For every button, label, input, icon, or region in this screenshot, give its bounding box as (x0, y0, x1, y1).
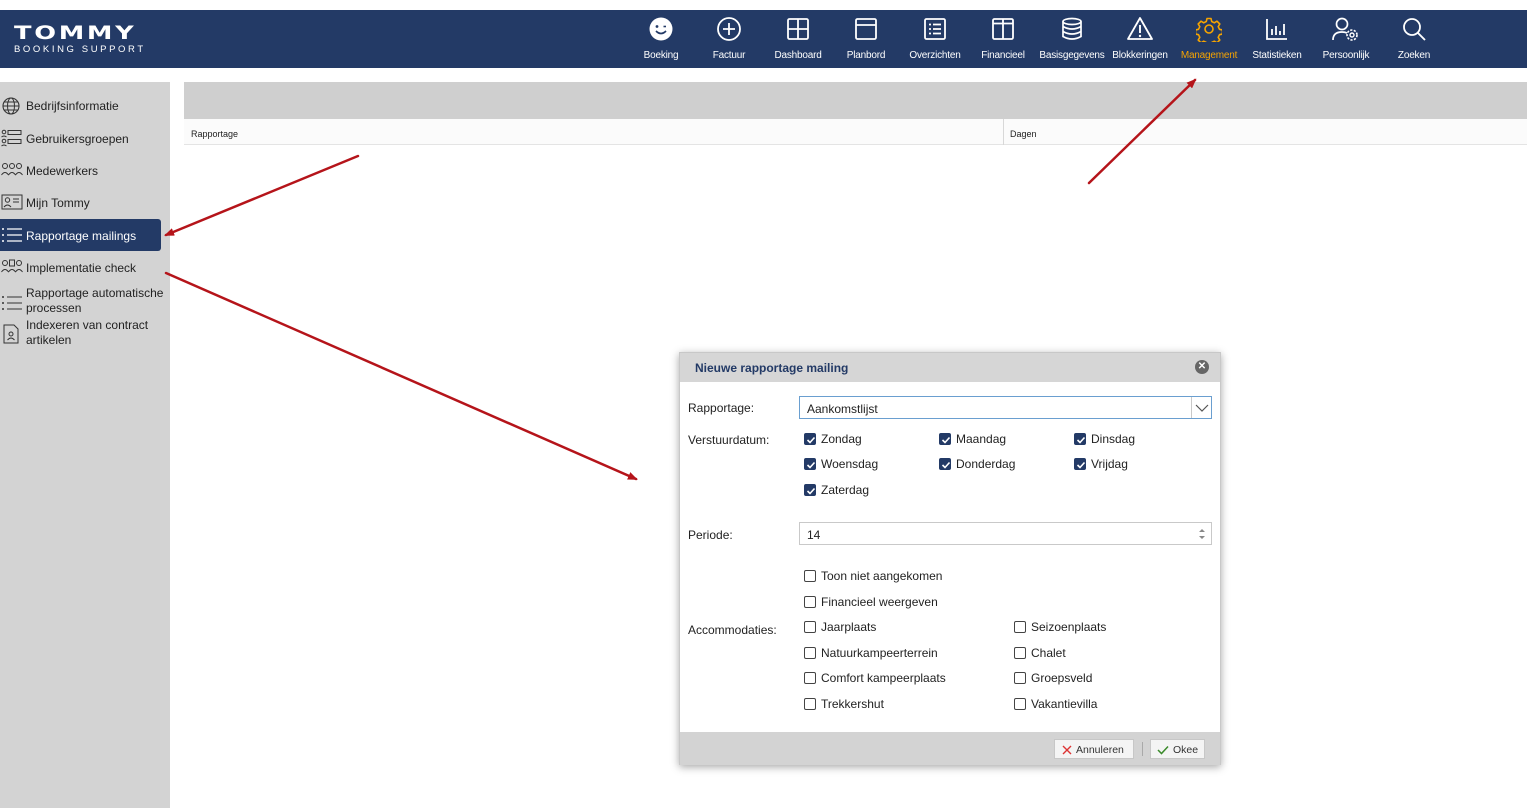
checkbox-label: Financieel weergeven (821, 595, 938, 609)
sidebar-item-gebruikersgroepen[interactable]: Gebruikersgroepen (0, 128, 161, 148)
warning-icon (1127, 17, 1153, 40)
nav-label: Zoeken (1397, 50, 1431, 61)
periode-input[interactable]: 14 (799, 522, 1212, 545)
sidebar-item-bedrijfsinformatie[interactable]: Bedrijfsinformatie (0, 96, 161, 116)
window-icon (855, 18, 877, 40)
grid-header: Rapportage Dagen (184, 119, 1527, 145)
list-box-icon (924, 18, 946, 40)
footer-divider (1142, 742, 1143, 756)
checkbox-label: Zondag (821, 432, 862, 446)
globe-icon (2, 97, 20, 115)
nav-item-zoeken[interactable]: Zoeken (1379, 10, 1449, 68)
chevron-down-icon (1195, 404, 1209, 412)
column-header-rapportage[interactable]: Rapportage (191, 129, 238, 139)
checkbox-label: Woensdag (821, 457, 879, 471)
search-icon (1403, 18, 1426, 41)
arrow-to-dialog (164, 271, 638, 481)
database-icon (1062, 17, 1082, 40)
top-navigation-bar: TOMMY BOOKING SUPPORT Boeking Factuur Da… (0, 10, 1527, 68)
sidebar-item-implementatie-check[interactable]: Implementatie check (0, 258, 161, 278)
sidebar-item-label: Implementatie check (26, 261, 137, 275)
grid-icon (787, 18, 809, 40)
dropdown-button[interactable] (1191, 397, 1211, 418)
sidebar-item-rapportage-mailings[interactable]: Rapportage mailings (0, 219, 161, 251)
rapportage-select[interactable]: Aankomstlijst (799, 396, 1212, 419)
check-icon (1157, 745, 1169, 755)
close-icon (1062, 745, 1072, 755)
brand-tagline: BOOKING SUPPORT (14, 44, 146, 55)
column-divider (1003, 119, 1004, 145)
contract-icon (3, 324, 19, 344)
periode-label: Periode: (688, 528, 733, 542)
check-icon (806, 487, 816, 495)
close-icon[interactable]: ✕ (1195, 360, 1209, 374)
checkbox-label: Jaarplaats (821, 620, 877, 634)
checkbox-label: Toon niet aangekomen (821, 569, 943, 583)
user-groups-icon (1, 129, 22, 147)
people-check-icon (1, 259, 23, 273)
checkbox-label: Dinsdag (1091, 432, 1136, 446)
accommodaties-label: Accommodaties: (688, 623, 777, 637)
id-card-icon (1, 194, 23, 210)
sidebar-item-label: Rapportage automatische processen (26, 286, 164, 315)
sidebar-item-rapportage-automatische-processen[interactable]: Rapportage automatische processen (0, 286, 163, 318)
rapportage-value: Aankomstlijst (807, 402, 878, 416)
bar-chart-icon (1266, 19, 1287, 40)
plus-circle-icon (717, 17, 741, 41)
sidebar-item-label: Indexeren van contract artikelen (26, 318, 149, 347)
new-report-mailing-dialog: Nieuwe rapportage mailing ✕ Rapportage: … (679, 352, 1221, 765)
spinner-icon[interactable] (1197, 526, 1207, 542)
sidebar-item-label: Mijn Tommy (26, 196, 90, 210)
checkbox-label: Zaterdag (821, 483, 870, 497)
cancel-button-label: Annuleren (1076, 744, 1124, 756)
cancel-button[interactable]: Annuleren (1054, 739, 1134, 759)
sidebar-item-label: Gebruikersgroepen (26, 132, 129, 146)
checkbox-label: Maandag (956, 432, 1007, 446)
checkbox-label: Vakantievilla (1031, 697, 1098, 711)
gear-icon (1196, 17, 1222, 42)
check-icon (941, 461, 951, 469)
brand-logo[interactable]: TOMMY BOOKING SUPPORT (14, 23, 146, 56)
check-icon (806, 461, 816, 469)
sidebar-item-mijn-tommy[interactable]: Mijn Tommy (0, 193, 161, 213)
ok-button[interactable]: Okee (1150, 739, 1205, 759)
checkbox-label: Natuurkampeerterrein (821, 646, 938, 660)
sidebar-item-label: Medewerkers (26, 164, 99, 178)
check-icon (1076, 436, 1086, 444)
columns-icon (992, 18, 1014, 40)
checkbox-label: Seizoenplaats (1031, 620, 1107, 634)
sidebar-item-label: Bedrijfsinformatie (26, 99, 119, 113)
list-icon (2, 228, 22, 242)
periode-value: 14 (807, 528, 821, 542)
people-icon (1, 163, 23, 176)
ok-button-label: Okee (1173, 744, 1199, 756)
checkbox-label: Groepsveld (1031, 671, 1093, 685)
grid-toolbar (184, 82, 1527, 119)
checkbox-label: Comfort kampeerplaats (821, 671, 946, 685)
rapportage-label: Rapportage: (688, 401, 755, 415)
arrow-to-rapportage-mailings (164, 154, 360, 237)
sidebar-item-label: Rapportage mailings (26, 229, 137, 243)
sidebar: Bedrijfsinformatie Gebruikersgroepen Med… (0, 82, 170, 808)
checkbox-label: Donderdag (956, 457, 1016, 471)
user-gear-icon (1332, 17, 1358, 41)
sidebar-item-indexeren-van-contract-artikelen[interactable]: Indexeren van contract artikelen (0, 318, 161, 350)
smiley-icon (649, 17, 673, 41)
checkbox-label: Trekkershut (821, 697, 884, 711)
dialog-header: Nieuwe rapportage mailing ✕ (680, 353, 1220, 382)
checkbox-label: Chalet (1031, 646, 1066, 660)
dialog-footer: Annuleren Okee (680, 732, 1220, 765)
column-header-dagen[interactable]: Dagen (1010, 129, 1037, 139)
list-icon (2, 296, 22, 310)
check-icon (941, 436, 951, 444)
brand-name: TOMMY (14, 22, 137, 44)
dialog-title: Nieuwe rapportage mailing (695, 361, 849, 375)
check-icon (806, 436, 816, 444)
check-icon (1076, 461, 1086, 469)
verstuurdatum-label: Verstuurdatum: (688, 433, 770, 447)
sidebar-item-medewerkers[interactable]: Medewerkers (0, 161, 161, 181)
checkbox-label: Vrijdag (1091, 457, 1128, 471)
